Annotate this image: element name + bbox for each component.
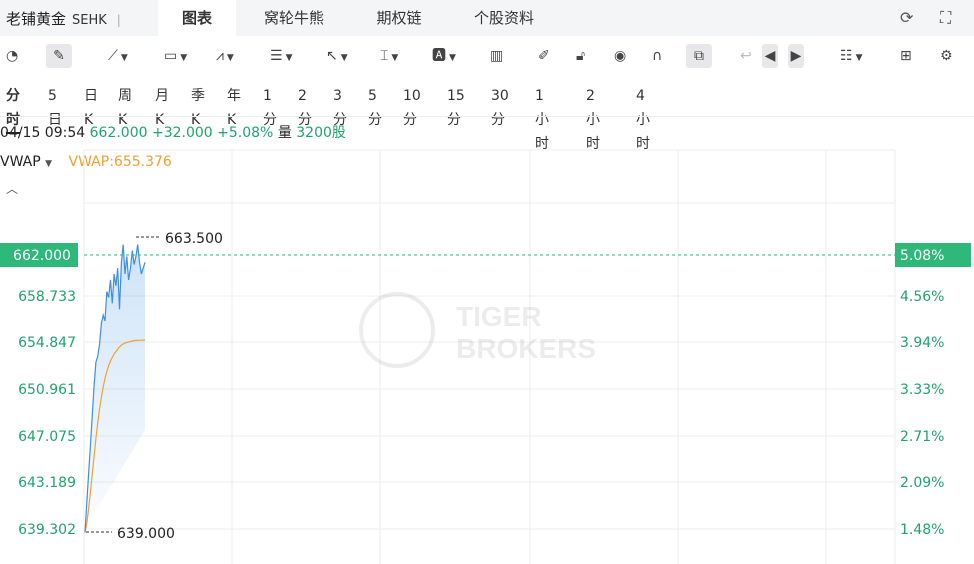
left-tick: 647.075 — [18, 429, 76, 445]
left-tick: 639.302 — [18, 522, 76, 538]
left-axis: 658.733 654.847 650.961 647.075 643.189 … — [18, 289, 76, 538]
right-tick: 2.09% — [900, 475, 944, 491]
high-label: 663.500 — [165, 231, 223, 247]
right-axis: 4.56% 3.94% 3.33% 2.71% 2.09% 1.48% — [900, 289, 944, 538]
watermark-line1: TIGER — [456, 301, 542, 332]
price-chart: TIGER BROKERS 662.000 5.08% 663.500 639.… — [0, 149, 971, 564]
left-tick: 658.733 — [18, 289, 76, 305]
right-tick: 2.71% — [900, 429, 944, 445]
watermark: TIGER BROKERS — [359, 292, 596, 368]
current-price-text: 662.000 — [13, 248, 71, 264]
left-tick: 643.189 — [18, 475, 76, 491]
right-tick: 3.33% — [900, 382, 944, 398]
current-pct-text: 5.08% — [900, 248, 944, 264]
right-tick: 1.48% — [900, 522, 944, 538]
low-label: 639.000 — [117, 526, 175, 542]
watermark-line2: BROKERS — [456, 333, 596, 364]
left-tick: 650.961 — [18, 382, 76, 398]
right-tick: 4.56% — [900, 289, 944, 305]
left-tick: 654.847 — [18, 335, 76, 351]
right-tick: 3.94% — [900, 335, 944, 351]
